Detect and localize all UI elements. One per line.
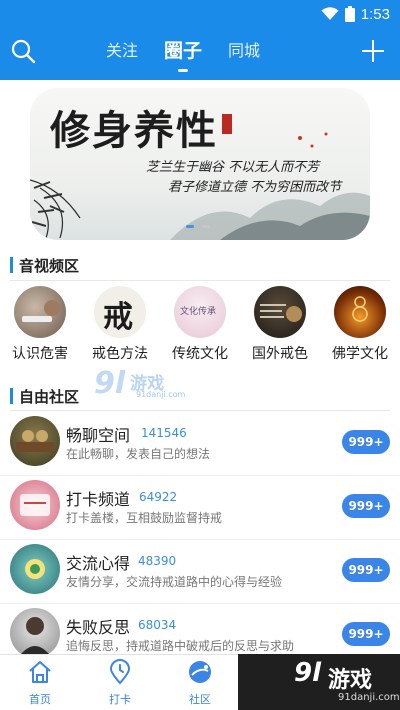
- divider: [10, 280, 390, 281]
- section-title: 自由社区: [19, 387, 80, 406]
- tab-community[interactable]: 社区: [170, 659, 230, 707]
- channel-avatar: [10, 544, 60, 594]
- tab-home[interactable]: 首页: [10, 659, 70, 707]
- list-item[interactable]: 打卡频道 64922 打卡盖楼，互相鼓励监督持戒 999+: [0, 476, 400, 540]
- banner-title: 修身养性: [50, 107, 218, 154]
- channel-avatar: [10, 416, 60, 466]
- watermark-corner: 9l 游戏 91danji.com: [238, 654, 400, 710]
- unread-badge: 999+: [342, 622, 390, 646]
- wifi-icon: [321, 7, 339, 20]
- av-item-harm[interactable]: 认识危害: [0, 286, 80, 362]
- av-item-method[interactable]: 戒 戒色方法: [80, 286, 160, 362]
- av-item-overseas[interactable]: 国外戒色: [240, 286, 320, 362]
- home-icon: [29, 661, 51, 683]
- active-tab-indicator: [178, 69, 189, 72]
- tab-checkin[interactable]: 打卡: [90, 659, 150, 707]
- clock: 1:53: [360, 5, 390, 23]
- search-icon[interactable]: [10, 38, 36, 64]
- list-item[interactable]: 畅聊空间 141546 在此畅聊，发表自己的想法 999+: [0, 412, 400, 476]
- av-thumbnail: [254, 286, 306, 338]
- header-nav: 关注 圈子 同城: [0, 28, 400, 74]
- top-bar: 1:53 关注 圈子 同城: [0, 0, 400, 80]
- tab-circle[interactable]: 圈子: [164, 38, 202, 72]
- banner-carousel[interactable]: 修身养性 芝兰生于幽谷 不以无人而不芳 君子修道立德 不为穷困而改节: [30, 88, 370, 240]
- av-thumbnail: [334, 286, 386, 338]
- seal-stamp: [222, 114, 232, 134]
- av-thumbnail: [14, 286, 66, 338]
- av-thumbnail: 文化传承: [174, 286, 226, 338]
- tab-local[interactable]: 同城: [228, 38, 260, 64]
- unread-badge: 999+: [342, 558, 390, 582]
- section-accent-bar: [10, 388, 13, 404]
- unread-badge: 999+: [342, 494, 390, 518]
- banner-poem-line-1: 芝兰生于幽谷 不以无人而不芳: [146, 160, 320, 175]
- carousel-indicator: [186, 225, 210, 228]
- av-item-buddhism[interactable]: 佛学文化: [320, 286, 400, 362]
- battery-icon: [344, 6, 355, 22]
- unread-badge: 999+: [342, 430, 390, 454]
- channel-avatar: [10, 480, 60, 530]
- carousel-dot[interactable]: [186, 225, 194, 228]
- location-pin-icon: [109, 659, 131, 685]
- av-category-row: 认识危害 戒 戒色方法 文化传承 传统文化 国外戒色 佛学文化: [0, 286, 400, 362]
- status-bar: 1:53: [321, 4, 390, 24]
- community-list: 畅聊空间 141546 在此畅聊，发表自己的想法 999+ 打卡频道 64922…: [0, 412, 400, 668]
- av-item-culture[interactable]: 文化传承 传统文化: [160, 286, 240, 362]
- section-title: 音视频区: [19, 256, 80, 275]
- section-accent-bar: [10, 257, 13, 273]
- divider: [10, 410, 390, 411]
- list-item[interactable]: 交流心得 48390 友情分享，交流持戒道路中的心得与经验 999+: [0, 540, 400, 604]
- av-section-header: 音视频区: [0, 252, 400, 278]
- av-thumbnail: 戒: [94, 286, 146, 338]
- channel-avatar: [10, 608, 60, 658]
- add-icon[interactable]: [360, 38, 386, 64]
- community-icon: [189, 661, 211, 683]
- tab-follow[interactable]: 关注: [106, 38, 138, 64]
- community-section-header: 自由社区: [0, 383, 400, 409]
- carousel-dot[interactable]: [202, 225, 210, 228]
- banner-poem-line-2: 君子修道立德 不为穷困而改节: [168, 180, 342, 195]
- top-tabs: 关注 圈子 同城: [106, 38, 260, 72]
